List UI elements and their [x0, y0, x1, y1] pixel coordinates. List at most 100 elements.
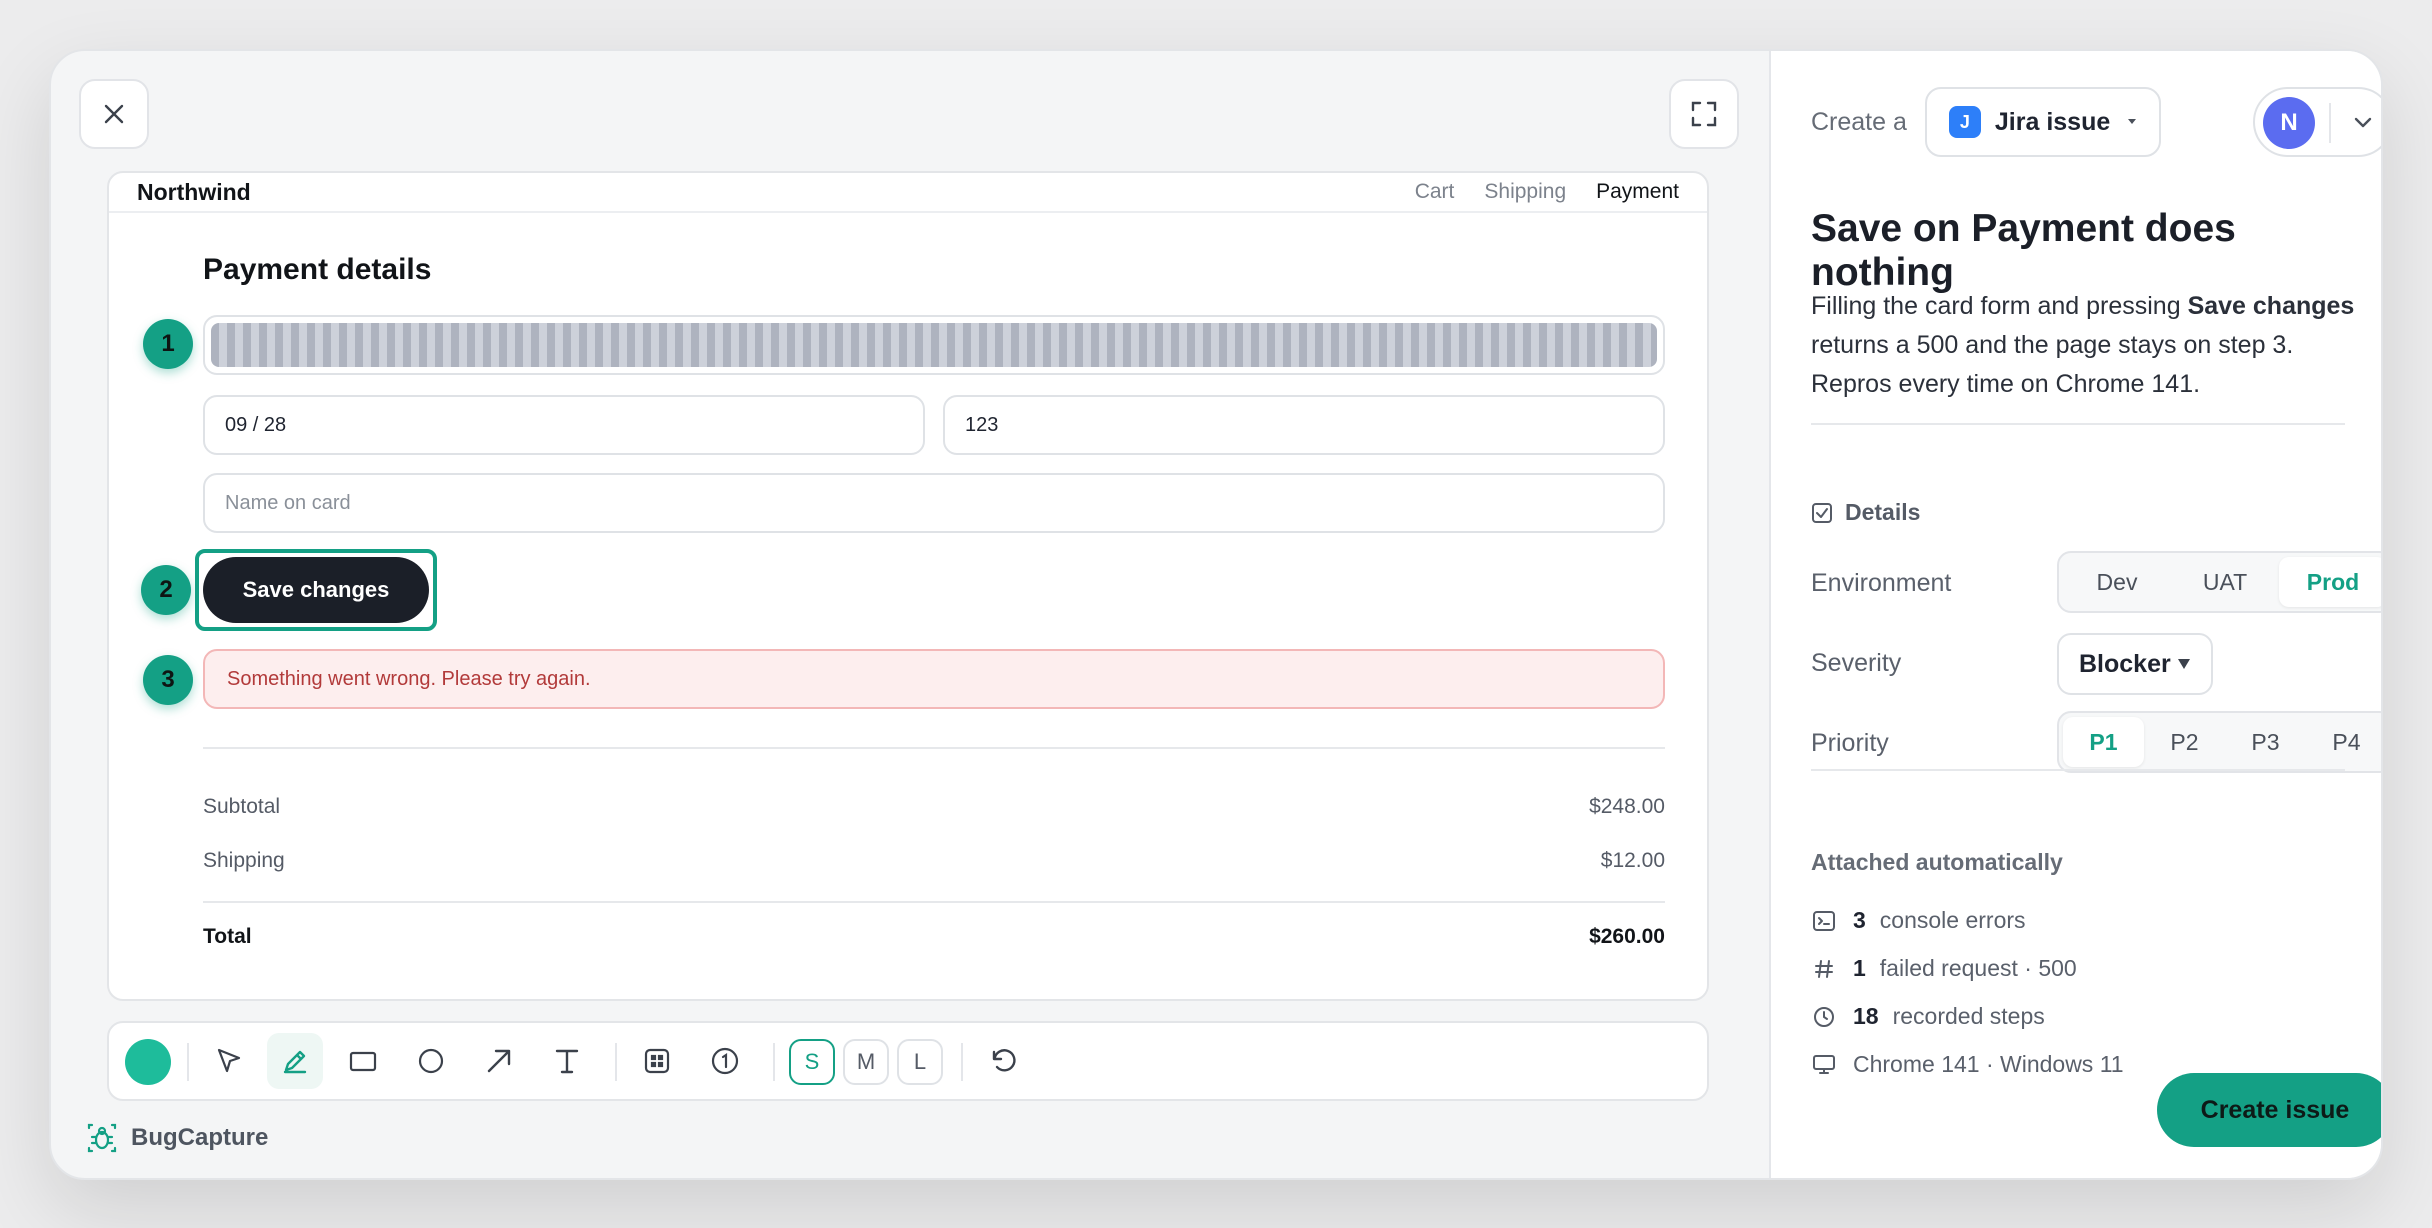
- step-marker-2[interactable]: 2: [141, 565, 191, 615]
- text-tool[interactable]: [539, 1033, 595, 1089]
- redaction-blur: [211, 323, 1657, 367]
- caret-down-icon: [2127, 119, 2136, 124]
- attached-request[interactable]: 1 failed request · 500: [1811, 955, 2077, 982]
- rectangle-tool[interactable]: [335, 1033, 391, 1089]
- panel-divider: [1811, 423, 2345, 425]
- priority-p3[interactable]: P3: [2225, 717, 2306, 767]
- step-marker-1[interactable]: 1: [143, 319, 193, 369]
- step-number-icon: [711, 1047, 739, 1075]
- pointer-icon: [217, 1048, 241, 1073]
- blur-tool[interactable]: [629, 1033, 685, 1089]
- error-banner: Something went wrong. Please try again.: [203, 649, 1665, 709]
- undo-icon: [992, 1049, 1016, 1072]
- arrow-tool[interactable]: [471, 1033, 527, 1089]
- issue-panel: Create a J Jira issue N Save on Payment …: [1769, 51, 2381, 1178]
- priority-segmented: P1 P2 P3 P4: [2057, 711, 2381, 773]
- env-uat[interactable]: UAT: [2171, 557, 2279, 607]
- step-marker-3[interactable]: 3: [143, 655, 193, 705]
- pen-icon: [283, 1050, 307, 1074]
- create-issue-button[interactable]: Create issue: [2157, 1073, 2381, 1147]
- priority-label: Priority: [1811, 729, 1889, 757]
- assignee-separator: [2329, 103, 2331, 143]
- attached-header: Attached automatically: [1811, 849, 2063, 875]
- attached-steps[interactable]: 18 recorded steps: [1811, 1003, 2045, 1030]
- subtotal-value: $248.00: [1589, 795, 1665, 818]
- toolbar-separator: [961, 1043, 963, 1081]
- create-label: Create a: [1811, 107, 1907, 136]
- steps-text: recorded steps: [1892, 1003, 2045, 1029]
- priority-p1[interactable]: P1: [2063, 717, 2144, 767]
- step-shipping: Shipping: [1484, 180, 1567, 203]
- screenshot-editor: Northwind Cart Shipping Payment Payment …: [51, 51, 1769, 1178]
- summary-divider: [203, 747, 1665, 749]
- toolbar-separator: [187, 1043, 189, 1081]
- toolbar-separator: [615, 1043, 617, 1081]
- severity-value: Blocker: [2079, 649, 2171, 678]
- env-dev[interactable]: Dev: [2063, 557, 2171, 607]
- total-value: $260.00: [1589, 925, 1665, 948]
- total-divider: [203, 901, 1665, 903]
- clock-icon: [1814, 1006, 1834, 1027]
- console-count: 3: [1853, 907, 1866, 933]
- toolbar-separator: [773, 1043, 775, 1081]
- size-small-button[interactable]: S: [789, 1039, 835, 1085]
- close-button[interactable]: [79, 79, 149, 149]
- size-large-button[interactable]: L: [897, 1039, 943, 1085]
- priority-p2[interactable]: P2: [2144, 717, 2225, 767]
- issue-title[interactable]: Save on Payment does nothing: [1811, 207, 2371, 295]
- text-icon: [555, 1049, 579, 1074]
- footer-brand: BugCapture: [85, 1121, 268, 1155]
- annotation-toolbar: S M L: [107, 1021, 1709, 1101]
- card-number-field-redacted: [203, 315, 1665, 375]
- terminal-icon: [1813, 910, 1835, 931]
- environment-label: Environment: [1811, 569, 1952, 597]
- cvc-field: 123: [943, 395, 1665, 455]
- shipping-row: Shipping $12.00: [203, 849, 1665, 873]
- shipping-value: $12.00: [1600, 849, 1665, 872]
- name-on-card-field: Name on card: [203, 473, 1665, 533]
- rectangle-icon: [349, 1051, 377, 1072]
- color-picker[interactable]: [125, 1039, 171, 1085]
- captured-page-preview: Northwind Cart Shipping Payment Payment …: [107, 171, 1709, 1001]
- assignee-select[interactable]: N: [2253, 87, 2381, 157]
- severity-select[interactable]: Blocker: [2057, 633, 2213, 695]
- preview-header: Northwind Cart Shipping Payment: [109, 173, 1707, 213]
- save-changes-button: Save changes: [203, 557, 429, 623]
- bug-icon: [87, 1123, 117, 1153]
- footer-brand-label: BugCapture: [131, 1124, 269, 1151]
- desc-text-2: returns a 500 and the page stays on step…: [1811, 331, 2294, 398]
- issue-type-row: Create a J Jira issue: [1811, 87, 2161, 157]
- shipping-label: Shipping: [203, 849, 285, 872]
- avatar: N: [2263, 97, 2315, 149]
- size-medium-button[interactable]: M: [843, 1039, 889, 1085]
- total-row: Total $260.00: [203, 925, 1665, 949]
- fullscreen-button[interactable]: [1669, 79, 1739, 149]
- checkbox-icon: [1812, 502, 1832, 523]
- attached-console[interactable]: 3 console errors: [1811, 907, 2026, 934]
- pointer-tool[interactable]: [201, 1033, 257, 1089]
- pen-tool[interactable]: [267, 1033, 323, 1089]
- env-text: Chrome 141 · Windows 11: [1853, 1051, 2124, 1077]
- details-label: Details: [1845, 499, 1921, 525]
- undo-button[interactable]: [975, 1033, 1031, 1089]
- issue-type-select[interactable]: J Jira issue: [1924, 87, 2161, 157]
- jira-icon: J: [1948, 106, 1981, 138]
- subtotal-label: Subtotal: [203, 795, 281, 818]
- payment-title: Payment details: [203, 253, 432, 286]
- env-prod[interactable]: Prod: [2279, 557, 2381, 607]
- step-payment: Payment: [1596, 180, 1679, 203]
- expand-icon: [1691, 101, 1717, 127]
- monitor-icon: [1813, 1054, 1835, 1074]
- issue-description[interactable]: Filling the card form and pressing Save …: [1811, 287, 2361, 404]
- blur-icon: [644, 1048, 670, 1074]
- priority-p4[interactable]: P4: [2306, 717, 2381, 767]
- close-icon: [104, 104, 124, 124]
- details-header: Details: [1811, 499, 1920, 526]
- preview-brand: Northwind: [137, 178, 251, 205]
- total-label: Total: [203, 925, 252, 948]
- circle-tool[interactable]: [403, 1033, 459, 1089]
- arrow-icon: [487, 1049, 511, 1073]
- attached-environment: Chrome 141 · Windows 11: [1811, 1051, 2124, 1078]
- desc-text-1: Filling the card form and pressing: [1811, 292, 2188, 320]
- step-number-tool[interactable]: [697, 1033, 753, 1089]
